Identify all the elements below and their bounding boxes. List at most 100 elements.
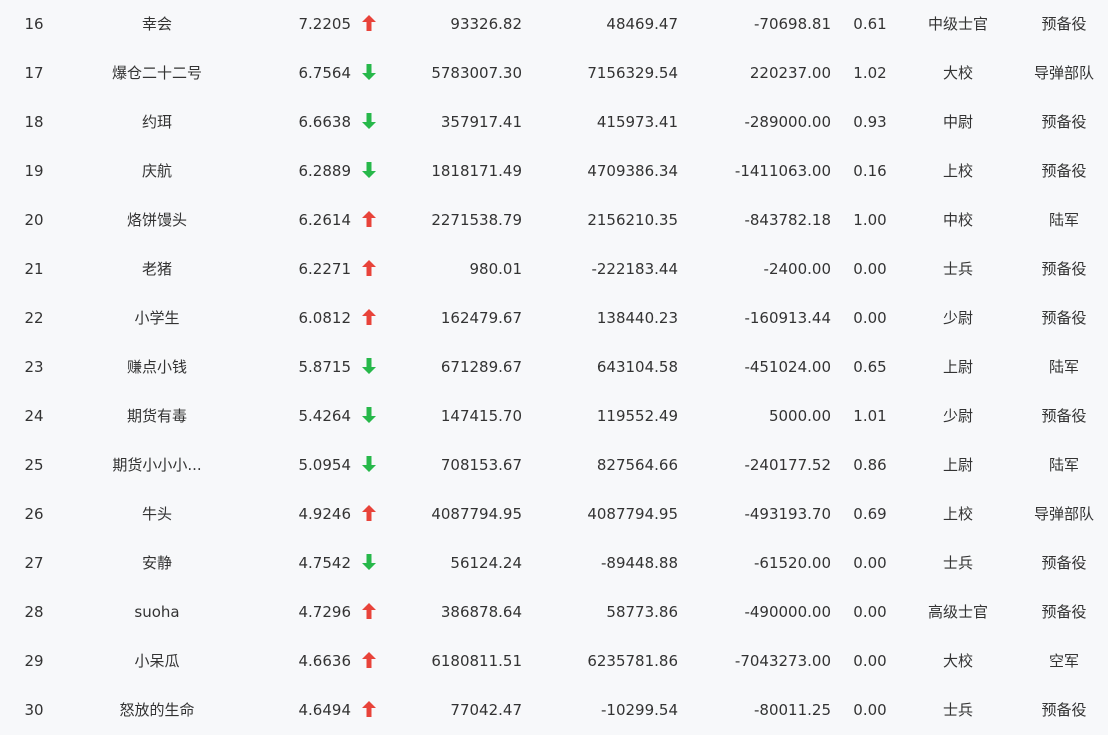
table-row[interactable]: 20 烙饼馒头 6.2614 2271538.79 2156210.35 -843782.…: [0, 196, 1108, 245]
table-row[interactable]: 30 怒放的生命 4.6494 77042.47 -10299.54 -80011.25 0…: [0, 686, 1108, 735]
table-row[interactable]: 21 老猪 6.2271 980.01 -222183.44 -2400.00 0.00 士兵…: [0, 245, 1108, 294]
value2-cell: 4709386.34: [587, 162, 678, 180]
branch-cell: 陆军: [1048, 211, 1079, 229]
name-cell: 烙饼馒头: [126, 211, 187, 229]
value3-cell: -490000.00: [744, 603, 831, 621]
table-row[interactable]: 28 suoha 4.7296 386878.64 58773.86 -490000.00…: [0, 588, 1108, 637]
arrow-down-icon: [357, 539, 381, 587]
rank-cell: 29: [24, 652, 44, 670]
ratio-cell: 0.93: [853, 113, 887, 131]
rank-cell: 21: [24, 260, 44, 278]
arrow-up-icon: [357, 294, 381, 342]
arrow-down-icon: [357, 49, 381, 97]
branch-cell: 预备役: [1041, 260, 1087, 278]
military-rank-cell: 大校: [942, 652, 973, 670]
rank-cell: 20: [24, 211, 44, 229]
arrow-up-icon: [357, 245, 381, 293]
arrow-down-icon: [357, 392, 381, 440]
ranking-table: 16 幸会 7.2205 93326.82 48469.47 -70698.81 0.61 中…: [0, 0, 1108, 735]
value3-cell: -61520.00: [754, 554, 831, 572]
arrow-up-icon: [357, 196, 381, 244]
branch-cell: 导弹部队: [1033, 505, 1094, 523]
value3-cell: -493193.70: [744, 505, 831, 523]
branch-cell: 预备役: [1041, 701, 1087, 719]
score-cell: 6.0812: [298, 309, 352, 327]
score-cell: 5.4264: [298, 407, 352, 425]
ratio-cell: 0.00: [853, 260, 887, 278]
value2-cell: 48469.47: [606, 15, 678, 33]
name-cell: 期货有毒: [126, 407, 187, 425]
value1-cell: 2271538.79: [431, 211, 522, 229]
table-row[interactable]: 26 牛头 4.9246 4087794.95 4087794.95 -493193.70…: [0, 490, 1108, 539]
rank-cell: 16: [24, 15, 44, 33]
name-cell: 老猪: [141, 260, 172, 278]
value1-cell: 6180811.51: [431, 652, 522, 670]
ratio-cell: 0.00: [853, 309, 887, 327]
name-cell: 小学生: [134, 309, 180, 327]
arrow-up-icon: [357, 0, 381, 48]
value2-cell: 643104.58: [596, 358, 678, 376]
value3-cell: 220237.00: [749, 64, 831, 82]
value3-cell: -843782.18: [744, 211, 831, 229]
value2-cell: 138440.23: [596, 309, 678, 327]
table-row[interactable]: 17 爆仓二十二号 6.7564 5783007.30 7156329.54 220237…: [0, 49, 1108, 98]
rank-cell: 26: [24, 505, 44, 523]
score-cell: 4.6494: [298, 701, 352, 719]
branch-cell: 预备役: [1041, 162, 1087, 180]
rank-cell: 22: [24, 309, 44, 327]
ratio-cell: 1.01: [853, 407, 887, 425]
value3-cell: -160913.44: [744, 309, 831, 327]
military-rank-cell: 士兵: [942, 260, 973, 278]
name-cell: 赚点小钱: [126, 358, 187, 376]
table-row[interactable]: 18 约珥 6.6638 357917.41 415973.41 -289000.00 0.…: [0, 98, 1108, 147]
rank-cell: 25: [24, 456, 44, 474]
name-cell: 期货小小小...: [112, 456, 202, 474]
military-rank-cell: 中级士官: [927, 15, 988, 33]
value2-cell: 7156329.54: [587, 64, 678, 82]
table-row[interactable]: 25 期货小小小... 5.0954 708153.67 827564.66 -24017…: [0, 441, 1108, 490]
table-row[interactable]: 16 幸会 7.2205 93326.82 48469.47 -70698.81 0.61 中…: [0, 0, 1108, 49]
value1-cell: 357917.41: [440, 113, 522, 131]
value1-cell: 4087794.95: [431, 505, 522, 523]
value1-cell: 56124.24: [450, 554, 522, 572]
branch-cell: 预备役: [1041, 309, 1087, 327]
military-rank-cell: 少尉: [942, 407, 973, 425]
value2-cell: -89448.88: [601, 554, 678, 572]
value1-cell: 77042.47: [450, 701, 522, 719]
military-rank-cell: 大校: [942, 64, 973, 82]
arrow-up-icon: [357, 490, 381, 538]
rank-cell: 24: [24, 407, 44, 425]
rank-cell: 28: [24, 603, 44, 621]
value1-cell: 93326.82: [450, 15, 522, 33]
military-rank-cell: 上校: [942, 505, 973, 523]
ratio-cell: 0.00: [853, 652, 887, 670]
name-cell: 安静: [141, 554, 172, 572]
value2-cell: 4087794.95: [587, 505, 678, 523]
ratio-cell: 0.00: [853, 554, 887, 572]
table-row[interactable]: 23 赚点小钱 5.8715 671289.67 643104.58 -451024.00…: [0, 343, 1108, 392]
value1-cell: 708153.67: [440, 456, 522, 474]
table-row[interactable]: 27 安静 4.7542 56124.24 -89448.88 -61520.00 0.00…: [0, 539, 1108, 588]
value2-cell: 415973.41: [596, 113, 678, 131]
name-cell: 牛头: [141, 505, 172, 523]
name-cell: 庆航: [141, 162, 172, 180]
name-cell: suoha: [134, 603, 180, 621]
arrow-down-icon: [357, 441, 381, 489]
value3-cell: 5000.00: [768, 407, 831, 425]
score-cell: 6.2889: [298, 162, 352, 180]
value3-cell: -289000.00: [744, 113, 831, 131]
branch-cell: 空军: [1048, 652, 1079, 670]
value1-cell: 147415.70: [440, 407, 522, 425]
table-row[interactable]: 19 庆航 6.2889 1818171.49 4709386.34 -1411063.0…: [0, 147, 1108, 196]
table-row[interactable]: 29 小呆瓜 4.6636 6180811.51 6235781.86 -7043273.…: [0, 637, 1108, 686]
military-rank-cell: 中校: [942, 211, 973, 229]
score-cell: 4.7296: [298, 603, 352, 621]
name-cell: 爆仓二十二号: [111, 64, 202, 82]
rank-cell: 30: [24, 701, 44, 719]
table-row[interactable]: 24 期货有毒 5.4264 147415.70 119552.49 5000.00 1.0…: [0, 392, 1108, 441]
arrow-up-icon: [357, 686, 381, 734]
ratio-cell: 0.65: [853, 358, 887, 376]
military-rank-cell: 上尉: [942, 358, 973, 376]
value3-cell: -240177.52: [744, 456, 831, 474]
table-row[interactable]: 22 小学生 6.0812 162479.67 138440.23 -160913.44 0…: [0, 294, 1108, 343]
